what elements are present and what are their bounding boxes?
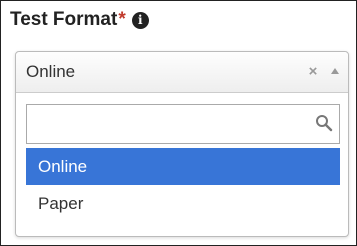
info-icon[interactable]: i [131, 11, 149, 29]
option-online[interactable]: Online [26, 148, 340, 185]
dropdown-search-input[interactable] [27, 105, 307, 141]
field-label-text: Test Format [10, 9, 118, 30]
field-label: Test Format * i [10, 8, 149, 32]
required-indicator: * [118, 9, 126, 30]
dropdown-toggle[interactable]: Online × [16, 52, 348, 93]
clear-selection-icon[interactable]: × [305, 62, 321, 82]
caret-up-icon[interactable] [329, 64, 341, 78]
form-field-container: Test Format * i Online × Online Paper [0, 0, 357, 246]
dropdown-options: Online Paper [26, 148, 340, 222]
dropdown-search [26, 104, 340, 144]
option-paper[interactable]: Paper [26, 185, 340, 222]
test-format-dropdown[interactable]: Online × Online Paper [15, 51, 349, 237]
selected-value: Online [26, 62, 76, 81]
search-icon [316, 115, 333, 132]
